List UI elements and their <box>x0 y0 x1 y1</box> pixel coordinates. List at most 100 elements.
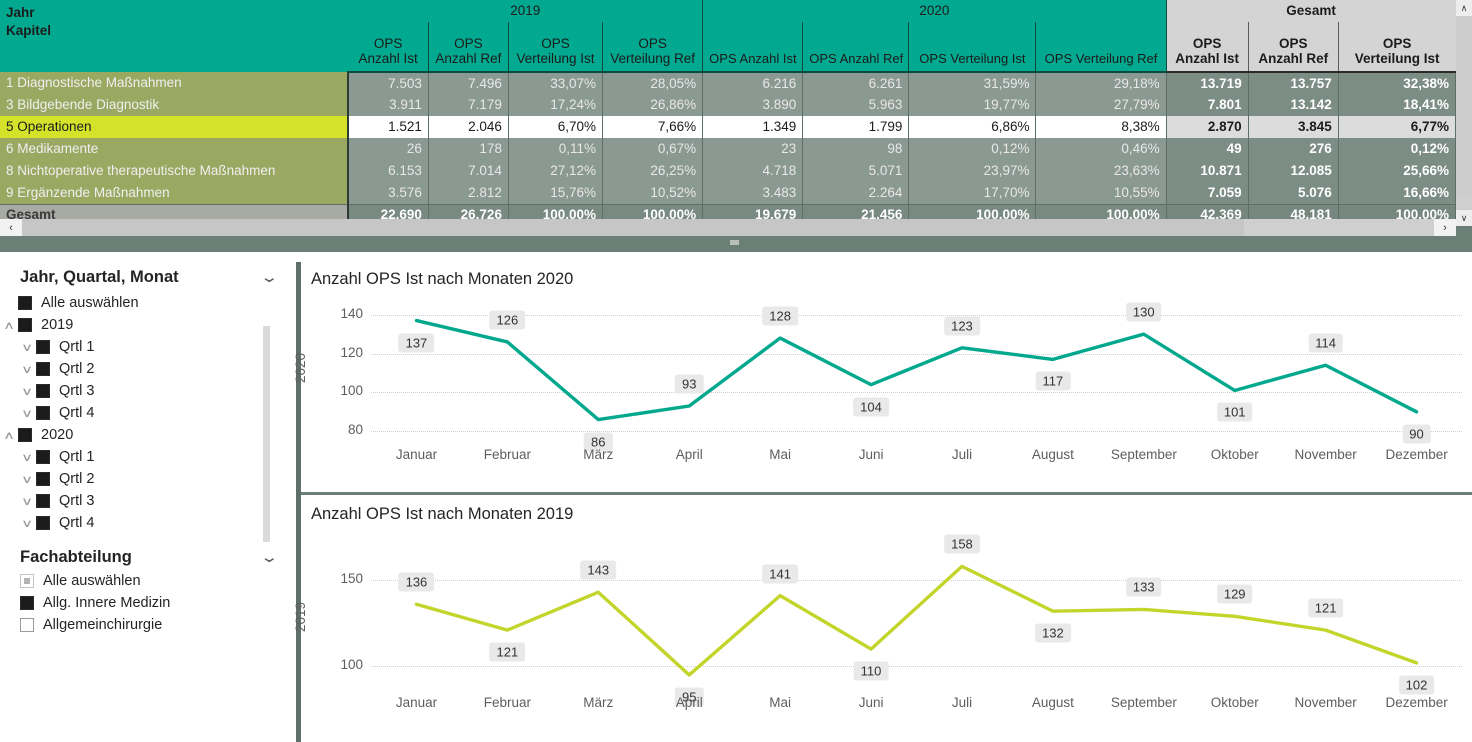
matrix-cell[interactable]: 6.153 <box>348 160 429 182</box>
slicer-item-qrtl-4[interactable]: ∨ Qrtl 4 <box>0 402 290 424</box>
matrix-cell[interactable]: 10,55% <box>1035 182 1167 204</box>
chart-ops-2020[interactable]: Anzahl OPS Ist nach Monaten 2020 80 100 12… <box>293 262 1472 490</box>
checkbox-icon[interactable] <box>18 296 32 310</box>
matrix-cell[interactable]: 6.216 <box>702 72 804 94</box>
matrix-cell[interactable]: 27,79% <box>1035 94 1167 116</box>
table-row[interactable]: 6 Medikamente 26 178 0,11% 0,67% 23 98 0,12% 0,4… <box>0 138 1456 160</box>
horizontal-scroll-thumb[interactable] <box>22 219 1244 236</box>
chevron-down-icon[interactable]: ∨ <box>14 407 41 420</box>
slicer-item-2019[interactable]: ∧ 2019 <box>0 314 290 336</box>
table-row[interactable]: 8 Nichtoperative therapeutische Maßnahme… <box>0 160 1456 182</box>
matrix-column-header[interactable]: OPS Anzahl Ist <box>702 22 804 73</box>
scroll-right-arrow-icon[interactable]: › <box>1434 219 1456 236</box>
chevron-down-icon[interactable]: ∨ <box>14 363 41 376</box>
chevron-down-icon[interactable]: ∨ <box>14 385 41 398</box>
matrix-cell[interactable]: 0,11% <box>508 138 604 160</box>
chevron-down-icon[interactable]: ∨ <box>14 341 41 354</box>
matrix-cell[interactable]: 7,66% <box>602 116 704 138</box>
panel-resize-handle[interactable] <box>730 240 739 245</box>
matrix-cell[interactable]: 6,77% <box>1338 116 1456 138</box>
matrix-row-label[interactable]: 8 Nichtoperative therapeutische Maßnahme… <box>0 160 350 182</box>
matrix-cell[interactable]: 7.496 <box>428 72 509 94</box>
chevron-down-icon[interactable]: ⌄ <box>260 548 279 566</box>
matrix-cell[interactable]: 1.799 <box>802 116 910 138</box>
matrix-cell[interactable]: 29,18% <box>1035 72 1167 94</box>
matrix-column-header[interactable]: OPS Verteilung Ist <box>508 22 604 73</box>
matrix-cell[interactable]: 8,38% <box>1035 116 1167 138</box>
slicer-item-2020[interactable]: ∧ 2020 <box>0 424 290 446</box>
matrix-cell[interactable]: 7.014 <box>428 160 509 182</box>
matrix-column-header[interactable]: OPS Verteilung Ist <box>1338 22 1456 73</box>
matrix-cell[interactable]: 28,05% <box>602 72 704 94</box>
scroll-down-arrow-icon[interactable]: ∨ <box>1456 210 1472 226</box>
matrix-cell[interactable]: 5.076 <box>1248 182 1339 204</box>
matrix-cell[interactable]: 32,38% <box>1338 72 1456 94</box>
table-row[interactable]: 1 Diagnostische Maßnahmen 7.503 7.496 33,07… <box>0 72 1456 94</box>
chevron-down-icon[interactable]: ∨ <box>14 473 41 486</box>
matrix-cell[interactable]: 276 <box>1248 138 1339 160</box>
matrix-cell[interactable]: 26,25% <box>602 160 704 182</box>
matrix-cell[interactable]: 17,70% <box>908 182 1037 204</box>
matrix-cell[interactable]: 26,86% <box>602 94 704 116</box>
slicer-scrollbar[interactable] <box>263 326 270 542</box>
slicer-item-alle-ausw-hlen[interactable]: Alle auswählen <box>0 570 290 592</box>
matrix-cell[interactable]: 10,52% <box>602 182 704 204</box>
matrix-cell[interactable]: 7.179 <box>428 94 509 116</box>
chevron-down-icon[interactable]: ∨ <box>14 517 41 530</box>
matrix-row-label[interactable]: 6 Medikamente <box>0 138 350 160</box>
slicer-item-qrtl-2[interactable]: ∨ Qrtl 2 <box>0 468 290 490</box>
matrix-cell[interactable]: 13.142 <box>1248 94 1339 116</box>
matrix-cell[interactable]: 2.046 <box>428 116 509 138</box>
matrix-cell[interactable]: 2.264 <box>802 182 910 204</box>
matrix-column-header[interactable]: OPS Anzahl Ref <box>802 22 910 73</box>
matrix-cell[interactable]: 6.261 <box>802 72 910 94</box>
matrix-cell[interactable]: 12.085 <box>1248 160 1339 182</box>
matrix-cell[interactable]: 18,41% <box>1338 94 1456 116</box>
chevron-up-icon[interactable]: ∧ <box>0 429 23 442</box>
matrix-vertical-scrollbar[interactable]: ∧ ∨ <box>1456 0 1472 226</box>
matrix-column-header[interactable]: OPS Verteilung Ref <box>602 22 704 73</box>
matrix-cell[interactable]: 13.719 <box>1166 72 1249 94</box>
matrix-cell[interactable]: 33,07% <box>508 72 604 94</box>
matrix-cell[interactable]: 1.349 <box>702 116 804 138</box>
matrix-cell[interactable]: 17,24% <box>508 94 604 116</box>
slicer-list-jahr[interactable]: Alle auswählen ∧ 2019 ∨ Qrtl 1 ∨ Qrtl 2 ∨ Qrtl 3… <box>0 292 290 542</box>
matrix-cell[interactable]: 5.071 <box>802 160 910 182</box>
table-row[interactable]: 9 Ergänzende Maßnahmen 3.576 2.812 15,76% 10… <box>0 182 1456 204</box>
matrix-row-label[interactable]: 5 Operationen <box>0 116 350 138</box>
table-row[interactable]: 5 Operationen 1.521 2.046 6,70% 7,66% 1.349 1.… <box>0 116 1456 138</box>
matrix-cell[interactable]: 3.890 <box>702 94 804 116</box>
matrix-cell[interactable]: 3.576 <box>348 182 429 204</box>
matrix-cell[interactable]: 0,12% <box>908 138 1037 160</box>
slicer-item-qrtl-2[interactable]: ∨ Qrtl 2 <box>0 358 290 380</box>
chart-ops-2019[interactable]: Anzahl OPS Ist nach Monaten 2019 100 150 2… <box>293 497 1472 742</box>
matrix-cell[interactable]: 6,70% <box>508 116 604 138</box>
matrix-cell[interactable]: 49 <box>1166 138 1249 160</box>
matrix-cell[interactable]: 0,12% <box>1338 138 1456 160</box>
checkbox-icon[interactable] <box>20 574 34 588</box>
matrix-cell[interactable]: 3.845 <box>1248 116 1339 138</box>
chevron-up-icon[interactable]: ∧ <box>0 319 23 332</box>
matrix-cell[interactable]: 98 <box>802 138 910 160</box>
matrix-cell[interactable]: 7.801 <box>1166 94 1249 116</box>
slicer-item-qrtl-4[interactable]: ∨ Qrtl 4 <box>0 512 290 534</box>
matrix-cell[interactable]: 4.718 <box>702 160 804 182</box>
matrix-cell[interactable]: 16,66% <box>1338 182 1456 204</box>
matrix-column-header[interactable]: OPS Verteilung Ref <box>1035 22 1167 73</box>
matrix-cell[interactable]: 0,46% <box>1035 138 1167 160</box>
matrix-cell[interactable]: 31,59% <box>908 72 1037 94</box>
matrix-column-header[interactable]: OPS Anzahl Ist <box>1166 22 1249 73</box>
scroll-up-arrow-icon[interactable]: ∧ <box>1456 0 1472 16</box>
matrix-cell[interactable]: 6,86% <box>908 116 1037 138</box>
matrix-cell[interactable]: 178 <box>428 138 509 160</box>
table-row[interactable]: 3 Bildgebende Diagnostik 3.911 7.179 17,24%… <box>0 94 1456 116</box>
slicer-header-fachabteilung[interactable]: Fachabteilung ⌄ <box>0 544 290 570</box>
slicer-item-allg-innere-medizin[interactable]: Allg. Innere Medizin <box>0 592 290 614</box>
matrix-cell[interactable]: 2.812 <box>428 182 509 204</box>
matrix-cell[interactable]: 25,66% <box>1338 160 1456 182</box>
matrix-cell[interactable]: 7.059 <box>1166 182 1249 204</box>
matrix-column-header[interactable]: OPS Anzahl Ref <box>1248 22 1339 73</box>
matrix-column-header[interactable]: OPS Anzahl Ist <box>348 22 429 73</box>
matrix-cell[interactable]: 26 <box>348 138 429 160</box>
checkbox-icon[interactable] <box>20 618 34 632</box>
